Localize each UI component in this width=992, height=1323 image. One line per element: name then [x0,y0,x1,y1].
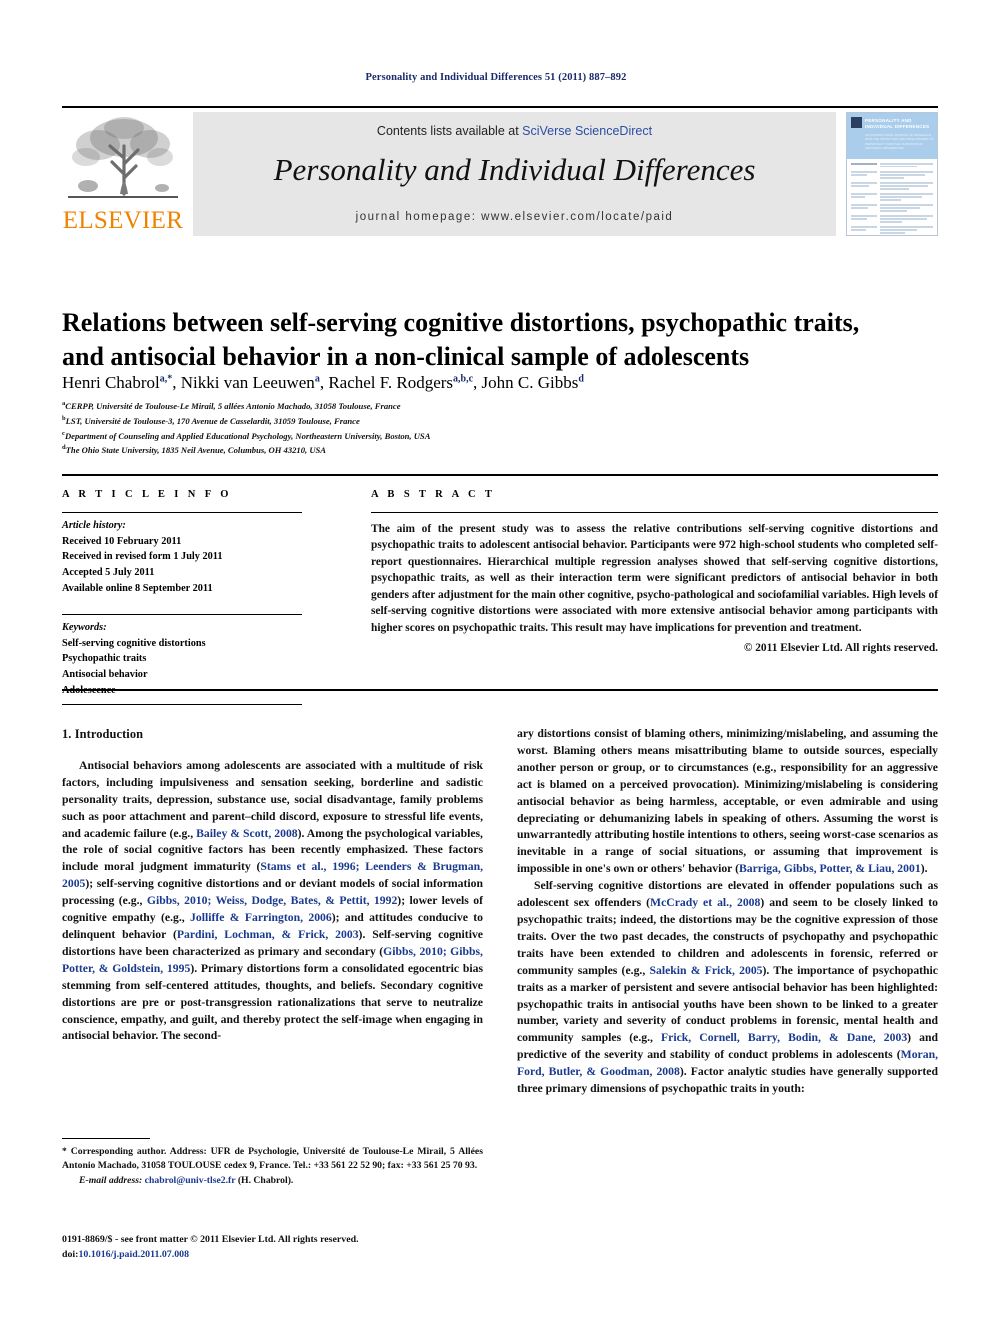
cover-header: PERSONALITY AND INDIVIDUAL DIFFERENCES A… [847,113,937,159]
author-affiliation-mark: a,b,c [453,373,474,385]
author-name: Nikki van Leeuwen [180,373,315,392]
citation-link[interactable]: Bailey & Scott, 2008 [196,827,298,840]
author-name: Henri Chabrol [62,373,160,392]
elsevier-tree-icon [68,117,178,198]
citation-link[interactable]: Jolliffe & Farrington, 2006 [190,911,332,924]
section-heading-introduction: 1. Introduction [62,727,144,741]
citation-link[interactable]: McCrady et al., 2008 [650,896,760,909]
cover-subtitle: AN INTERNATIONAL JOURNAL OF RESEARCH INT… [865,133,934,151]
abstract-column: The aim of the present study was to asse… [371,512,938,654]
affiliation-item: aCERPP, Université de Toulouse-Le Mirail… [62,399,892,414]
corresponding-author-note: * Corresponding author. Address: UFR de … [62,1146,483,1171]
article-info-heading: A R T I C L E I N F O [62,489,232,500]
article-history-label: Article history: [62,520,126,531]
contents-prefix: Contents lists available at [376,124,523,138]
keywords-rule [62,614,302,616]
body-paragraph: Self-serving cognitive distortions are e… [517,879,938,1096]
left-paragraphs: Antisocial behaviors among adolescents a… [62,758,483,1045]
affiliation-text: CERPP, Université de Toulouse-Le Mirail,… [65,400,401,411]
author-name: Rachel F. Rodgers [328,373,454,392]
history-item: Available online 8 September 2011 [62,582,213,594]
info-band-top-rule [62,474,938,476]
email-note: E-mail address: chabrol@univ-tlse2.fr (H… [62,1174,483,1188]
cover-contents-list [847,159,937,235]
history-item: Received 10 February 2011 [62,535,182,547]
footnote-block: * Corresponding author. Address: UFR de … [62,1145,483,1187]
citation-link[interactable]: Pardini, Lochman, & Frick, 2003 [177,928,359,941]
keywords-block: Keywords: Self-serving cognitive distort… [62,620,302,698]
footer-issn-block: 0191-8869/$ - see front matter © 2011 El… [62,1233,512,1263]
keywords-bottom-rule [62,704,302,706]
citation-link[interactable]: Gibbs, 2010; Weiss, Dodge, Bates, & Pett… [147,894,397,907]
article-history-rule [62,512,302,513]
keyword-item: Antisocial behavior [62,669,148,681]
abstract-text: The aim of the present study was to asse… [371,523,938,634]
email-label: E-mail address: [79,1174,143,1186]
affiliation-text: Department of Counseling and Applied Edu… [64,430,431,441]
citation-link[interactable]: Moran, Ford, Butler, & Goodman, 2008 [517,1048,938,1078]
history-item: Accepted 5 July 2011 [62,566,155,578]
article-info-column: Article history: Received 10 February 20… [62,512,302,706]
body-paragraph: Antisocial behaviors among adolescents a… [62,758,484,1043]
citation-link[interactable]: Gibbs, 2010; Gibbs, Potter, & Goldstein,… [62,945,483,975]
cover-publisher-icon [851,117,862,128]
info-band-bottom-rule [62,689,938,691]
footnote-divider [62,1138,150,1139]
author-affiliation-mark: a [314,373,320,385]
journal-title: Personality and Individual Differences [273,152,756,187]
doi-line: doi:10.1016/j.paid.2011.07.008 [62,1248,512,1263]
author-name: John C. Gibbs [481,373,579,392]
affiliation-text: The Ohio State University, 1835 Neil Ave… [65,445,327,456]
journal-cover-thumbnail[interactable]: PERSONALITY AND INDIVIDUAL DIFFERENCES A… [846,112,938,236]
citation-link[interactable]: Stams et al., 1996; Leenders & Brugman, … [62,860,483,890]
elsevier-logo: ELSEVIER [62,112,184,236]
doi-label: doi: [62,1248,79,1260]
affiliation-item: cDepartment of Counseling and Applied Ed… [62,429,892,444]
sciencedirect-link[interactable]: SciVerse ScienceDirect [522,124,652,138]
elsevier-wordmark: ELSEVIER [62,207,184,234]
right-paragraphs: ary distortions consist of blaming other… [517,726,938,1098]
citation-link[interactable]: Salekin & Frick, 2005 [649,964,762,977]
contents-available-line: Contents lists available at SciVerse Sci… [193,124,836,138]
history-item: Received in revised form 1 July 2011 [62,551,223,563]
keyword-item: Self-serving cognitive distortions [62,637,206,649]
keyword-item: Psychopathic traits [62,653,147,665]
author-affiliation-mark: a,* [159,373,173,385]
doi-link[interactable]: 10.1016/j.paid.2011.07.008 [78,1249,189,1260]
cover-title: PERSONALITY AND INDIVIDUAL DIFFERENCES [865,118,930,129]
journal-homepage[interactable]: journal homepage: www.elsevier.com/locat… [193,211,836,223]
author-list: Henri Chabrola,*, Nikki van Leeuwena, Ra… [62,373,584,392]
journal-band: Contents lists available at SciVerse Sci… [193,112,836,236]
running-head: Personality and Individual Differences 5… [365,72,627,83]
keywords-label: Keywords: [62,622,107,634]
page-title: Relations between self-serving cognitive… [62,308,860,372]
affiliation-text: LST, Université de Toulouse-3, 170 Avenu… [65,415,360,426]
citation-link[interactable]: Frick, Cornell, Barry, Bodin, & Dane, 20… [661,1031,907,1044]
journal-masthead: ELSEVIER Contents lists available at Sci… [62,106,938,236]
affiliation-item: bLST, Université de Toulouse-3, 170 Aven… [62,414,892,429]
email-owner: (H. Chabrol). [237,1174,294,1186]
citation-link[interactable]: Barriga, Gibbs, Potter, & Liau, 2001 [739,862,921,875]
abstract-heading: A B S T R A C T [371,489,496,500]
affiliation-list: aCERPP, Université de Toulouse-Le Mirail… [62,399,892,458]
author-affiliation-mark: d [578,373,584,385]
email-link[interactable]: chabrol@univ-tlse2.fr [145,1175,236,1186]
body-column-left: 1. Introduction Antisocial behaviors amo… [62,726,483,1045]
article-page: Personality and Individual Differences 5… [0,0,992,1323]
affiliation-item: dThe Ohio State University, 1835 Neil Av… [62,443,892,458]
body-paragraph: ary distortions consist of blaming other… [517,727,938,876]
issn-line: 0191-8869/$ - see front matter © 2011 El… [62,1234,359,1245]
abstract-rule [371,512,938,513]
article-history-block: Article history: Received 10 February 20… [62,518,302,596]
abstract-copyright: © 2011 Elsevier Ltd. All rights reserved… [743,641,938,654]
body-column-right: ary distortions consist of blaming other… [517,726,938,1098]
